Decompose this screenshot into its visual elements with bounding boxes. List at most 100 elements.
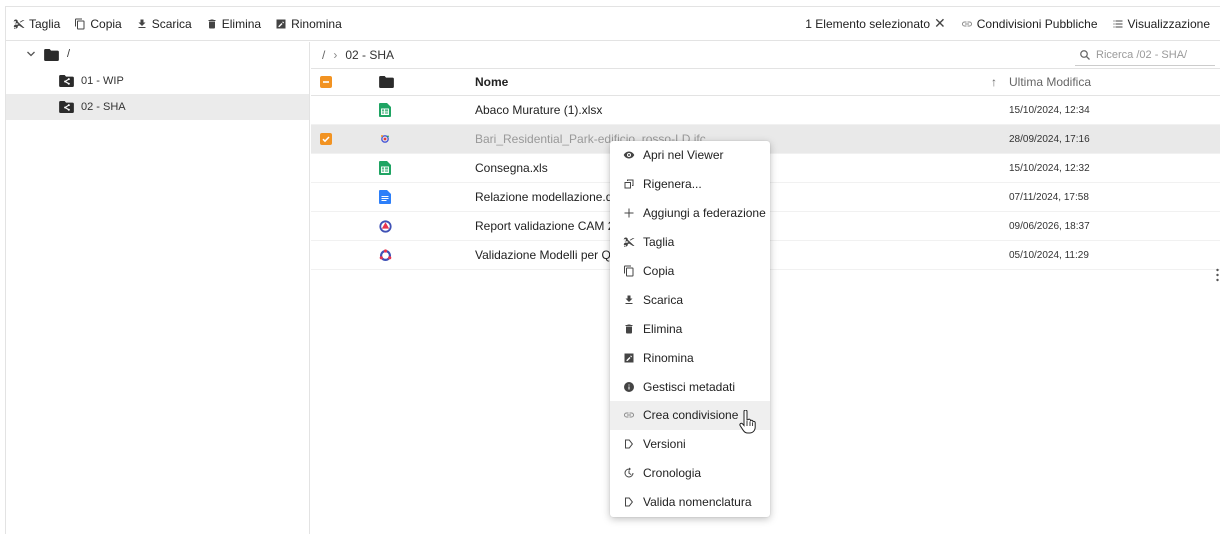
copy-button[interactable]: Copia [67,7,128,40]
list-view-icon [1113,20,1122,27]
search-box [1075,45,1215,66]
shared-folder-icon [59,75,74,87]
toolbar-actions: Taglia Copia Scarica Elimina Rinomina [6,7,349,40]
menu-item-label: Elimina [643,321,683,336]
file-name: Abaco Murature (1).xlsx [475,103,603,117]
trash-icon [208,19,216,28]
menu-item-copy[interactable]: Copia [610,257,770,286]
scissors-icon [13,18,25,29]
copy-label: Copia [90,16,122,31]
chevron-down-icon[interactable] [26,49,36,59]
download-icon [625,295,633,304]
file-date: 05/10/2024, 11:29 [1009,249,1089,261]
tree-root[interactable]: / [6,42,309,68]
menu-item-label: Crea condivisione [643,408,739,423]
report-icon [379,212,399,240]
name-column-header[interactable]: Nome [475,69,508,95]
menu-item-label: Apri nel Viewer [643,148,724,163]
checkbox-checked [320,133,332,145]
document-icon [379,183,399,211]
file-date: 15/10/2024, 12:32 [1009,162,1090,174]
menu-item-versions[interactable]: Versioni [610,430,770,459]
menu-item-download[interactable]: Scarica [610,285,770,314]
download-button[interactable]: Scarica [129,7,199,40]
tree-item-sha[interactable]: 02 - SHA [6,94,309,120]
file-name: Consegna.xls [475,161,548,175]
tree-item-wip[interactable]: 01 - WIP [6,68,309,94]
menu-item-metadata[interactable]: Gestisci metadati [610,372,770,401]
context-menu: Apri nel Viewer Rigenera... Aggiungi a f… [610,141,770,517]
view-label: Visualizzazione [1127,16,1211,31]
file-date: 28/09/2024, 17:16 [1009,133,1090,145]
view-button[interactable]: Visualizzazione [1105,7,1218,40]
table-row[interactable]: Abaco Murature (1).xlsx 15/10/2024, 12:3… [311,96,1220,125]
shared-folder-icon [59,101,74,113]
file-name: Validazione Modelli per QTO [475,248,628,262]
checkbox-partial [320,76,332,88]
plus-icon [624,208,634,218]
menu-item-label: Rigenera... [643,177,702,192]
modified-column-header[interactable]: Ultima Modifica [1009,69,1091,95]
menu-item-label: Copia [643,264,675,278]
more-vert-icon[interactable] [1215,268,1220,282]
menu-item-rename[interactable]: Rinomina [610,343,770,372]
sort-arrow-icon[interactable]: ↑ [991,69,997,95]
hand-cursor-icon [739,410,756,434]
rename-icon [624,353,634,363]
menu-item-delete[interactable]: Elimina [610,314,770,343]
validate-icon [625,497,633,507]
file-date: 15/10/2024, 12:34 [1009,104,1090,116]
public-shares-button[interactable]: Condivisioni Pubbliche [954,7,1105,40]
menu-item-regenerate[interactable]: Rigenera... [610,170,770,199]
info-icon [624,381,634,392]
rename-icon [276,19,286,28]
type-column-header[interactable] [379,69,399,95]
cut-button[interactable]: Taglia [6,7,67,40]
clear-selection-icon[interactable]: ✕ [934,15,946,32]
copy-icon [75,18,85,29]
folder-icon [379,76,394,88]
menu-item-history[interactable]: Cronologia [610,459,770,488]
menu-item-validate-naming[interactable]: Valida nomenclatura [610,488,770,517]
spreadsheet-icon [379,96,399,124]
search-input[interactable] [1096,49,1208,61]
trash-icon [625,324,633,334]
cut-label: Taglia [29,16,61,31]
breadcrumb-root[interactable]: / [322,48,325,62]
scissors-icon [623,237,635,248]
eye-icon [623,151,635,159]
menu-item-label: Cronologia [643,466,702,481]
ifc-model-icon [379,125,399,153]
breadcrumb-current: 02 - SHA [345,48,395,62]
breadcrumb: / › 02 - SHA [311,42,1220,69]
toolbar: Taglia Copia Scarica Elimina Rinomina 1 … [6,7,1220,41]
file-name: Relazione modellazione.doc [475,190,626,204]
menu-item-add-federation[interactable]: Aggiungi a federazione [610,199,770,228]
folder-tree: / 01 - WIP 02 - SHA [6,42,310,534]
selection-status: 1 Elemento selezionato ✕ [797,15,953,32]
breadcrumb-separator-icon: › [333,48,338,62]
row-checkbox[interactable] [320,125,334,153]
public-shares-label: Condivisioni Pubbliche [976,16,1098,31]
delete-button[interactable]: Elimina [199,7,268,40]
menu-item-label: Gestisci metadati [643,379,736,394]
rename-button[interactable]: Rinomina [268,7,349,40]
selection-count: 1 Elemento selezionato [805,16,931,31]
table-header: Nome ↑ Ultima Modifica [311,69,1220,96]
file-name: Report validazione CAM 2.5 [475,219,625,233]
spreadsheet-icon [379,154,399,182]
delete-label: Elimina [221,16,262,31]
rename-label: Rinomina [291,16,342,31]
copy-icon [624,265,634,277]
download-icon [138,19,146,28]
tree-root-label: / [67,48,71,60]
menu-item-label: Aggiungi a federazione [643,206,766,221]
menu-item-cut[interactable]: Taglia [610,228,770,257]
tree-item-label: 01 - WIP [81,75,124,87]
file-date: 09/06/2026, 18:37 [1009,220,1090,232]
file-date: 07/11/2024, 17:58 [1009,191,1089,203]
menu-item-open-viewer[interactable]: Apri nel Viewer [610,141,770,170]
menu-item-label: Versioni [643,437,686,452]
toolbar-right: 1 Elemento selezionato ✕ Condivisioni Pu… [797,7,1220,40]
select-all-checkbox[interactable] [320,69,334,95]
